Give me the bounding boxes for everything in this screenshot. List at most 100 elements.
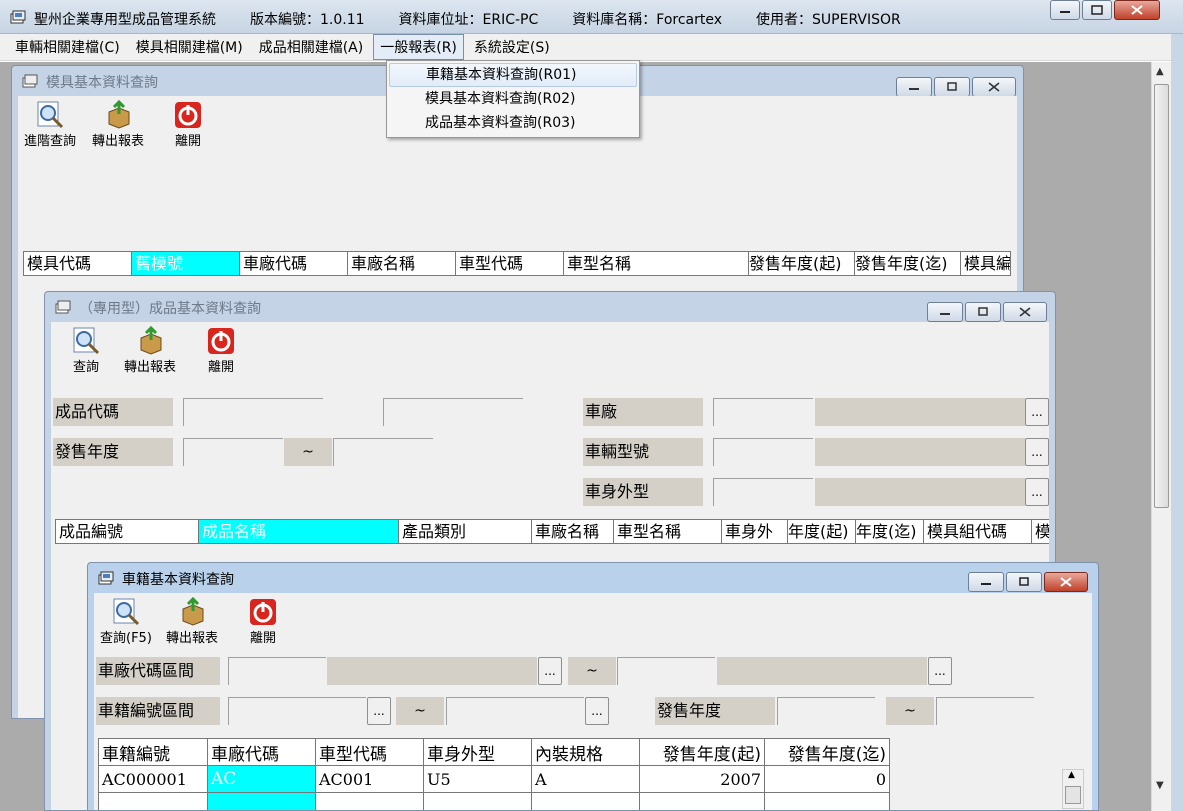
body-type-lookup-button[interactable]: ... — [1025, 478, 1049, 506]
vehicle-from-input[interactable] — [228, 697, 366, 725]
factory-code-input[interactable] — [713, 398, 813, 426]
sale-year-from-input[interactable] — [777, 697, 875, 725]
table-cell[interactable]: 0 — [764, 765, 890, 793]
table-cell[interactable]: U5 — [423, 765, 532, 793]
grid-column-header[interactable]: 車型名稱 — [614, 520, 722, 544]
app-icon — [10, 10, 26, 24]
factory-lookup-button[interactable]: ... — [1025, 398, 1049, 426]
menu-settings[interactable]: 系統設定(S) — [468, 35, 556, 59]
vehicle-model-name-display — [815, 438, 1025, 466]
sale-year-to-input[interactable] — [333, 438, 433, 466]
grid-column-header[interactable]: 年度(起) — [788, 520, 856, 544]
query-f5-button[interactable]: 查詢(F5) — [100, 597, 152, 646]
export-report-button[interactable]: 轉出報表 — [124, 326, 176, 375]
export-report-button[interactable]: 轉出報表 — [166, 597, 218, 646]
grid-column-header[interactable]: 模具代碼 — [24, 252, 132, 276]
table-cell[interactable]: 2007 — [639, 765, 765, 793]
close-button[interactable] — [1003, 302, 1047, 322]
maximize-button[interactable] — [934, 77, 970, 97]
menu-item-vehicle-query-r01[interactable]: 車籍基本資料查詢(R01) — [389, 63, 637, 87]
grid-column-header[interactable]: 車型代碼 — [456, 252, 564, 276]
product-code-to-input[interactable] — [383, 398, 523, 426]
export-box-icon — [140, 326, 162, 355]
vehicle-model-input[interactable] — [713, 438, 813, 466]
minimize-button[interactable] — [1050, 0, 1080, 20]
menu-reports[interactable]: 一般報表(R) — [373, 34, 464, 60]
minimize-button[interactable] — [896, 77, 932, 97]
toolbar-label: 離開 — [174, 134, 201, 149]
sale-year-to-input[interactable] — [936, 697, 1034, 725]
table-vertical-scrollbar[interactable]: ▲ — [1062, 769, 1084, 809]
body-type-input[interactable] — [713, 478, 813, 506]
menu-item-mold-query-r02[interactable]: 模具基本資料查詢(R02) — [389, 87, 637, 111]
grid-column-header[interactable]: 車型名稱 — [564, 252, 749, 276]
scroll-thumb[interactable] — [1154, 84, 1169, 508]
advanced-query-button[interactable]: 進階查詢 — [24, 100, 76, 149]
grid-column-header[interactable]: 模 — [1032, 520, 1049, 544]
minimize-button[interactable] — [927, 302, 963, 322]
grid-column-header[interactable]: 發售年度(迄) — [855, 252, 961, 276]
close-button[interactable] — [972, 77, 1016, 97]
grid-column-header[interactable]: 車廠名稱 — [348, 252, 456, 276]
table-cell[interactable]: A — [531, 765, 640, 793]
query-button[interactable]: 查詢 — [71, 326, 101, 375]
grid-column-header[interactable]: 車型代碼 — [315, 738, 424, 766]
menu-mold[interactable]: 模具相關建檔(M) — [130, 35, 249, 59]
menu-item-product-query-r03[interactable]: 成品基本資料查詢(R03) — [389, 111, 637, 135]
maximize-button[interactable] — [1006, 572, 1042, 592]
scroll-up-icon[interactable]: ▲ — [1068, 770, 1075, 780]
exit-button[interactable]: 離開 — [206, 326, 236, 375]
table-cell[interactable]: AC001 — [315, 765, 424, 793]
table-row[interactable]: AC000001 AC AC001 U5 A 2007 0 — [98, 765, 890, 793]
product-code-from-input[interactable] — [183, 398, 323, 426]
vehicle-from-lookup-button[interactable]: ... — [367, 697, 391, 725]
grid-column-header[interactable]: 模具組代碼 — [924, 520, 1032, 544]
export-report-button[interactable]: 轉出報表 — [92, 100, 144, 149]
grid-column-header[interactable]: 成品名稱 — [199, 520, 399, 544]
vehicle-model-label: 車輛型號 — [583, 438, 703, 466]
vehicle-model-lookup-button[interactable]: ... — [1025, 438, 1049, 466]
close-button[interactable] — [1114, 0, 1160, 20]
minimize-button[interactable] — [968, 572, 1004, 592]
close-icon — [988, 82, 1000, 92]
grid-column-header[interactable]: 年度(迄) — [856, 520, 924, 544]
main-title-bar: 聖州企業專用型成品管理系統 版本編號：1.0.11 資料庫位址：ERIC-PC 資料庫… — [0, 0, 1183, 34]
scroll-up-icon[interactable]: ▲ — [1156, 66, 1164, 77]
factory-to-input[interactable] — [617, 657, 715, 685]
range-separator: ~ — [886, 697, 934, 725]
exit-button[interactable]: 離開 — [173, 100, 203, 149]
factory-from-lookup-button[interactable]: ... — [538, 657, 562, 685]
table-cell[interactable]: AC000001 — [98, 765, 208, 793]
vehicle-to-lookup-button[interactable]: ... — [585, 697, 609, 725]
factory-to-lookup-button[interactable]: ... — [928, 657, 952, 685]
grid-column-header[interactable]: 車廠名稱 — [532, 520, 614, 544]
grid-column-header[interactable]: 車廠代碼 — [240, 252, 348, 276]
grid-column-header[interactable]: 內裝規格 — [531, 738, 640, 766]
factory-from-input[interactable] — [228, 657, 326, 685]
scroll-down-icon[interactable]: ▼ — [1156, 780, 1164, 791]
scroll-thumb[interactable] — [1065, 786, 1081, 804]
grid-column-header[interactable]: 發售年度(迄) — [764, 738, 890, 766]
grid-column-header[interactable]: 舊模號 — [132, 252, 240, 276]
grid-column-header[interactable]: 發售年度(起) — [749, 252, 855, 276]
menu-product[interactable]: 成品相關建檔(A) — [253, 35, 370, 59]
grid-column-header[interactable]: 車身外型 — [423, 738, 532, 766]
close-button[interactable] — [1044, 572, 1088, 592]
vehicle-to-input[interactable] — [446, 697, 584, 725]
menu-vehicle[interactable]: 車輛相關建檔(C) — [9, 35, 126, 59]
grid-column-header[interactable]: 車廠代碼 — [207, 738, 316, 766]
grid-column-header[interactable]: 產品類別 — [399, 520, 532, 544]
maximize-button[interactable] — [965, 302, 1001, 322]
grid-column-header[interactable]: 車籍編號 — [98, 738, 208, 766]
toolbar-label: 離開 — [207, 360, 234, 375]
grid-column-header[interactable]: 發售年度(起) — [639, 738, 765, 766]
maximize-button[interactable] — [1082, 0, 1112, 20]
table-row-partial[interactable] — [98, 792, 890, 810]
grid-column-header[interactable]: 車身外 — [722, 520, 788, 544]
sale-year-from-input[interactable] — [183, 438, 283, 466]
table-cell-selected[interactable]: AC — [207, 765, 316, 793]
grid-column-header[interactable]: 模具編 — [961, 252, 1011, 276]
mdi-vertical-scrollbar[interactable]: ▲ ▼ — [1151, 62, 1171, 811]
grid-column-header[interactable]: 成品編號 — [56, 520, 199, 544]
exit-button[interactable]: 離開 — [248, 597, 278, 646]
